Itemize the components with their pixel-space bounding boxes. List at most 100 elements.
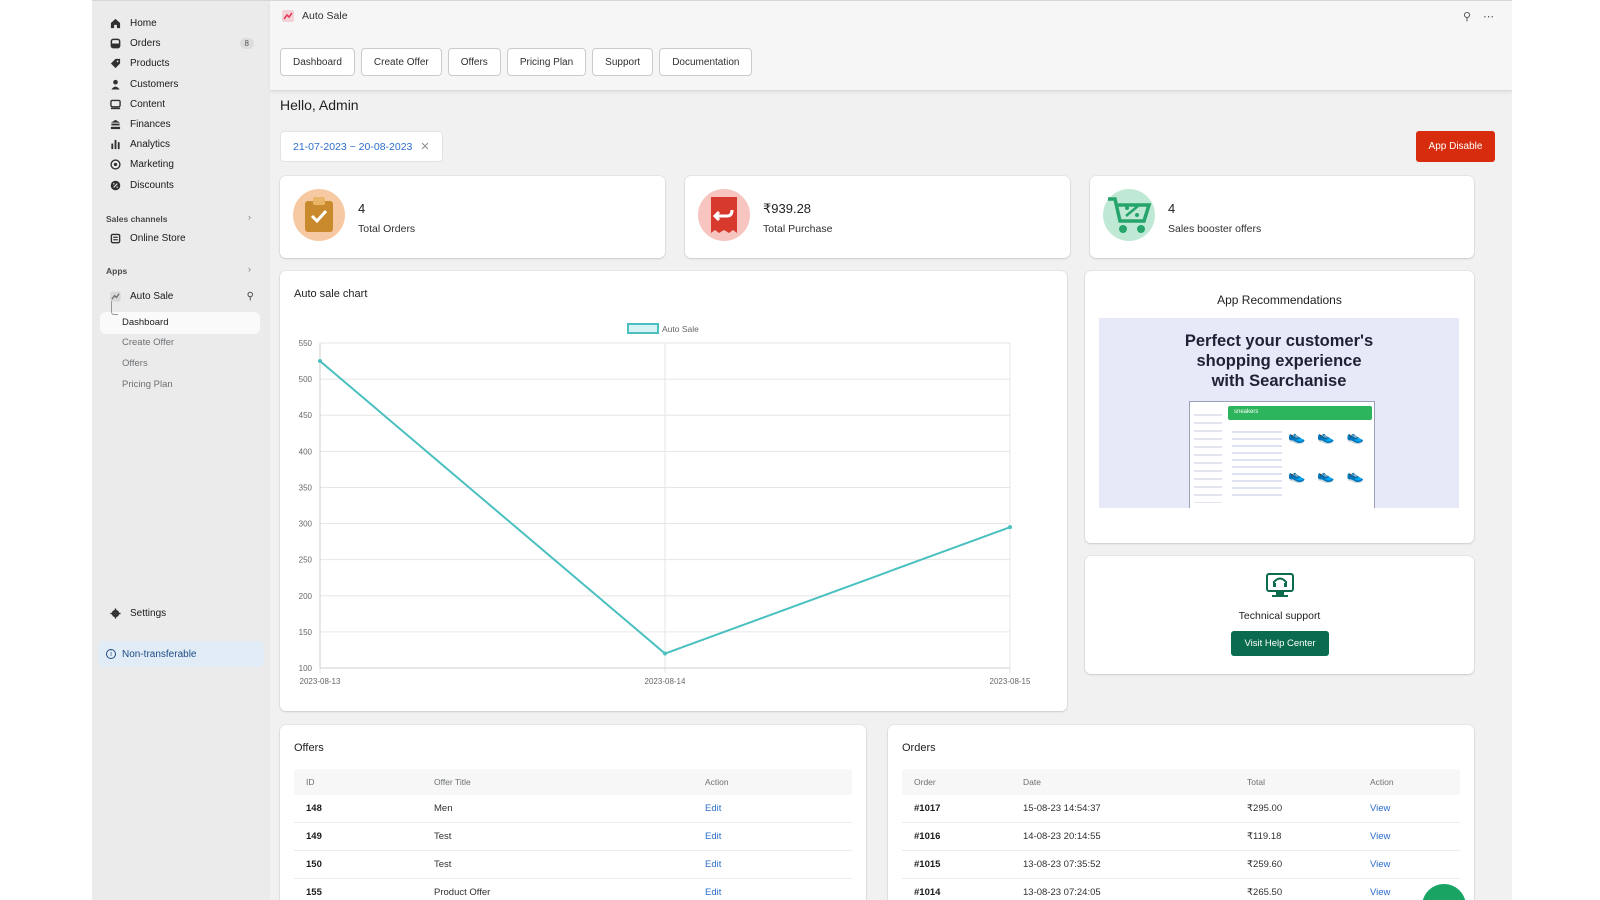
view-link[interactable]: View [1370, 851, 1390, 878]
sidebar: Home Orders 8 Products Customers Content… [92, 1, 270, 900]
sidebar-item-discounts[interactable]: Discounts [100, 174, 260, 196]
clear-icon[interactable]: ✕ [420, 140, 429, 153]
chevron-right-icon[interactable]: › [248, 212, 251, 222]
table-row: 148 Men Edit [294, 795, 852, 823]
order-total: ₹265.50 [1247, 887, 1283, 898]
edit-link[interactable]: Edit [705, 851, 721, 878]
stat-label: Sales booster offers [1168, 223, 1262, 235]
view-link[interactable]: View [1370, 823, 1390, 850]
col-header: ID [306, 777, 315, 787]
offer-title: Test [434, 859, 452, 870]
x-tick-label: 2023-08-14 [645, 677, 686, 686]
searchanise-banner[interactable]: Perfect your customer's shopping experie… [1099, 318, 1459, 508]
col-header: Action [1370, 777, 1394, 787]
info-icon: i [106, 649, 116, 659]
orders-card: Orders Order Date Total Action #1017 15-… [888, 725, 1474, 900]
order-date: 15-08-23 14:54:37 [1023, 803, 1101, 814]
orders-icon [108, 36, 122, 50]
tab-offers[interactable]: Offers [447, 48, 501, 76]
order-total: ₹259.60 [1247, 859, 1283, 870]
target-icon [108, 157, 122, 171]
sneaker-icon: 👟 [1317, 428, 1335, 444]
main-content: Auto Sale ⚲ ⋯ Dashboard Create Offer Off… [270, 1, 1512, 900]
sidebar-item-label: Home [130, 17, 157, 29]
order-date: 13-08-23 07:35:52 [1023, 859, 1101, 870]
y-tick-label: 200 [299, 592, 313, 601]
visit-help-center-button[interactable]: Visit Help Center [1231, 631, 1329, 656]
pin-icon[interactable]: ⚲ [1463, 10, 1471, 23]
orders-table-header: Order Date Total Action [902, 769, 1460, 795]
tab-pricing-plan[interactable]: Pricing Plan [506, 48, 587, 76]
order-total: ₹295.00 [1247, 803, 1283, 814]
edit-link[interactable]: Edit [705, 879, 721, 900]
stat-value: 4 [1168, 201, 1176, 216]
tab-documentation[interactable]: Documentation [659, 48, 753, 76]
app-title-text: Auto Sale [302, 10, 348, 22]
sidebar-sub-dashboard[interactable]: Dashboard [122, 317, 168, 328]
table-row: 150 Test Edit [294, 851, 852, 879]
clipboard-check-icon [293, 189, 345, 241]
y-tick-label: 500 [299, 375, 313, 384]
person-icon [108, 77, 122, 91]
sidebar-item-customers[interactable]: Customers [100, 73, 260, 95]
sidebar-item-content[interactable]: Content [100, 93, 260, 115]
offers-title: Offers [294, 742, 324, 754]
header-actions: ⚲ ⋯ [1463, 10, 1494, 23]
more-icon[interactable]: ⋯ [1483, 10, 1494, 23]
tab-dashboard[interactable]: Dashboard [280, 48, 355, 76]
mock-products: 👟 👟 👟 👟 👟 👟 [1288, 428, 1370, 500]
sidebar-item-products[interactable]: Products [100, 52, 260, 74]
home-icon [108, 16, 122, 30]
tab-support[interactable]: Support [592, 48, 654, 76]
sidebar-sub-offers[interactable]: Offers [122, 358, 148, 369]
tab-create-offer[interactable]: Create Offer [360, 48, 442, 76]
headline-line: with Searchanise [1211, 372, 1347, 390]
y-tick-label: 250 [299, 556, 313, 565]
view-link[interactable]: View [1370, 879, 1390, 900]
edit-link[interactable]: Edit [705, 795, 721, 822]
stat-label: Total Purchase [763, 223, 833, 235]
sidebar-item-label: Auto Sale [130, 290, 174, 302]
auto-sale-chart-card: Auto sale chart 100 150 200 250 300 350 400 450… [280, 271, 1067, 711]
pin-icon[interactable]: ⚲ [247, 291, 254, 302]
sidebar-sub-create-offer[interactable]: Create Offer [122, 337, 174, 348]
sidebar-item-marketing[interactable]: Marketing [100, 153, 260, 175]
sidebar-item-online-store[interactable]: Online Store [100, 227, 260, 249]
mock-filters [1194, 408, 1222, 503]
line-chart: 100 150 200 250 300 350 400 450 500 550 2023-08-13… [299, 323, 1031, 686]
table-row: #1016 14-08-23 20:14:55 ₹119.18 View [902, 823, 1460, 851]
app-disable-button[interactable]: App Disable [1416, 131, 1495, 162]
non-transferable-banner[interactable]: i Non-transferable [98, 641, 264, 667]
mock-search-bar: sneakers [1228, 406, 1372, 420]
sidebar-item-auto-sale[interactable]: Auto Sale ⚲ [100, 285, 260, 307]
orders-title: Orders [902, 742, 936, 754]
view-link[interactable]: View [1370, 795, 1390, 822]
data-point [1008, 525, 1012, 530]
sidebar-item-orders[interactable]: Orders 8 [100, 32, 260, 54]
offer-title: Men [434, 803, 453, 814]
bank-icon [108, 117, 122, 131]
sidebar-item-analytics[interactable]: Analytics [100, 133, 260, 155]
support-headset-icon [1265, 572, 1295, 603]
orders-count-badge: 8 [239, 37, 254, 49]
sidebar-item-settings[interactable]: Settings [100, 602, 260, 624]
sidebar-item-label: Online Store [130, 232, 186, 244]
sidebar-item-home[interactable]: Home [100, 12, 260, 34]
sneaker-icon: 👟 [1346, 428, 1365, 444]
sidebar-sub-pricing-plan[interactable]: Pricing Plan [122, 379, 173, 390]
mock-list [1232, 426, 1282, 498]
legend-label: Auto Sale [662, 324, 699, 334]
edit-link[interactable]: Edit [705, 823, 721, 850]
sales-channels-heading: Sales channels [106, 214, 168, 224]
table-row: #1014 13-08-23 07:24:05 ₹265.50 View [902, 879, 1460, 900]
sidebar-item-finances[interactable]: Finances [100, 113, 260, 135]
x-tick-label: 2023-08-13 [300, 677, 341, 686]
auto-sale-logo-icon [282, 10, 294, 22]
y-tick-label: 350 [299, 483, 313, 492]
sidebar-item-label: Finances [130, 118, 171, 130]
date-range-picker[interactable]: 21-07-2023 ~ 20-08-2023 ✕ [280, 131, 443, 162]
y-tick-label: 150 [299, 628, 313, 637]
offer-title: Test [434, 831, 452, 842]
chevron-right-icon[interactable]: › [248, 264, 251, 274]
headline-line: shopping experience [1196, 352, 1362, 370]
